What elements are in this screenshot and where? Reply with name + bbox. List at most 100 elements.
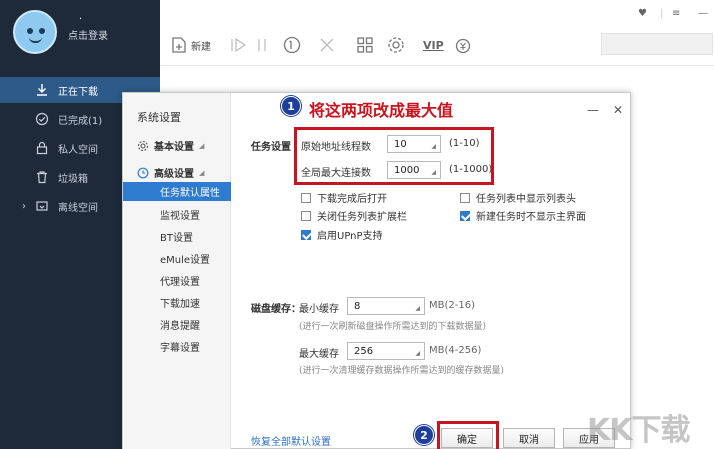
delete-button[interactable] xyxy=(318,34,336,56)
checkbox-checked[interactable] xyxy=(301,229,311,240)
pause-button[interactable] xyxy=(256,34,274,56)
dialog-title: 系统设置 xyxy=(137,111,181,124)
step-badge-1: 1 xyxy=(281,96,301,116)
option-enable-upnp[interactable]: 启用UPnP支持 xyxy=(301,227,383,242)
checkbox[interactable] xyxy=(301,192,311,203)
nav-item-proxy[interactable]: 代理设置 xyxy=(123,271,231,290)
sidebar-item-label: 正在下载 xyxy=(58,86,98,98)
max-cache-label: 最大缓存 xyxy=(299,349,339,360)
menu-icon[interactable]: ≡ xyxy=(672,8,680,19)
option-hide-main-on-new[interactable]: 新建任务时不显示主界面 xyxy=(460,208,586,223)
download-icon xyxy=(34,82,50,98)
checkbox[interactable] xyxy=(460,192,470,203)
settings-dialog: 系统设置 基本设置 ◢ 高级设置 ◢ 任务默认属性 监视设置 BT设置 eMul… xyxy=(122,92,631,449)
minimize-icon[interactable]: — xyxy=(698,8,708,19)
start-button[interactable] xyxy=(230,34,248,56)
checkbox-checked[interactable] xyxy=(460,210,470,221)
option-label: 关闭任务列表扩展栏 xyxy=(317,212,407,223)
search-input[interactable] xyxy=(601,33,713,55)
toolbar-divider: | xyxy=(660,8,664,19)
callout-text: 将这两项改成最大值 xyxy=(309,101,454,120)
sidebar-item-label: 离线空间 xyxy=(58,202,98,214)
dialog-close-icon[interactable]: ✕ xyxy=(613,103,623,117)
dialog-minimize-icon[interactable]: — xyxy=(587,103,599,117)
nav-group-advanced[interactable]: 高级设置 ◢ xyxy=(137,165,204,180)
option-open-after-download[interactable]: 下载完成后打开 xyxy=(301,190,387,205)
nav-group-label: 基本设置 xyxy=(154,142,194,153)
sidebar-item-label: 垃圾箱 xyxy=(58,173,88,185)
user-area: · 点击登录 xyxy=(0,0,160,66)
avatar[interactable] xyxy=(13,10,57,54)
spin-arrow-icon[interactable]: ◢ xyxy=(415,305,420,312)
max-cache-range: MB(4-256) xyxy=(429,345,482,356)
option-show-list-header[interactable]: 任务列表中显示列表头 xyxy=(460,190,576,205)
min-cache-hint: (进行一次刷新磁盘操作所需达到的下载数据量) xyxy=(299,322,487,332)
nav-group-basic[interactable]: 基本设置 ◢ xyxy=(137,138,204,153)
highlight-box-task-settings xyxy=(294,127,494,185)
new-task-label: 新建 xyxy=(191,41,211,53)
expand-triangle-icon: ◢ xyxy=(199,141,205,150)
check-circle-icon xyxy=(34,111,50,127)
lock-icon xyxy=(34,140,50,156)
user-name: · xyxy=(79,14,83,25)
gear-icon xyxy=(137,140,149,152)
grid-icon xyxy=(356,36,374,54)
checkbox[interactable] xyxy=(301,210,311,221)
step-badge-2: 2 xyxy=(414,425,434,445)
chevron-right-icon[interactable]: › xyxy=(22,201,26,212)
nav-item-emule[interactable]: eMule设置 xyxy=(123,249,231,268)
avatar-mouth xyxy=(29,37,42,43)
nav-item-acceleration[interactable]: 下载加速 xyxy=(123,293,231,312)
restore-defaults-link[interactable]: 恢复全部默认设置 xyxy=(251,433,331,448)
new-task-button[interactable]: 新建 xyxy=(170,34,211,56)
money-button[interactable] xyxy=(454,34,472,56)
settings-button[interactable] xyxy=(386,34,406,56)
sidebar-item-label: 已完成(1) xyxy=(58,115,103,127)
option-label: 启用UPnP支持 xyxy=(317,231,383,242)
nav-item-monitor[interactable]: 监视设置 xyxy=(123,205,231,224)
trash-icon xyxy=(34,169,50,185)
apps-button[interactable] xyxy=(356,34,374,56)
main-toolbar: 新建 VIP ♥ | ≡ — xyxy=(160,0,714,66)
avatar-eye-right xyxy=(39,28,45,34)
vip-label: VIP xyxy=(423,38,444,52)
login-link[interactable]: 点击登录 xyxy=(68,27,108,42)
spin-arrow-icon[interactable]: ◢ xyxy=(415,350,420,357)
speed-limit-icon xyxy=(282,35,302,55)
nav-item-subtitles[interactable]: 字幕设置 xyxy=(123,337,231,356)
nav-item-notifications[interactable]: 消息提醒 xyxy=(123,315,231,334)
play-icon xyxy=(230,36,248,54)
task-settings-label: 任务设置 xyxy=(251,142,291,153)
skin-icon[interactable]: ♥ xyxy=(638,8,647,19)
app-window: · 点击登录 正在下载 已完成(1) 私人空间 垃圾箱 › 离线空间 新建 VI… xyxy=(0,0,714,449)
speed-limit-button[interactable] xyxy=(282,34,302,56)
option-label: 新建任务时不显示主界面 xyxy=(476,212,586,223)
nav-item-bt[interactable]: BT设置 xyxy=(123,227,231,246)
max-cache-input[interactable]: 256 ◢ xyxy=(347,342,425,360)
pause-icon xyxy=(256,36,274,54)
nav-item-task-defaults[interactable]: 任务默认属性 xyxy=(123,182,231,201)
vip-button[interactable]: VIP xyxy=(423,34,444,56)
close-icon xyxy=(318,36,336,54)
clock-icon xyxy=(137,167,149,179)
option-label: 下载完成后打开 xyxy=(317,194,387,205)
settings-nav: 系统设置 基本设置 ◢ 高级设置 ◢ 任务默认属性 监视设置 BT设置 eMul… xyxy=(123,93,231,449)
cancel-button[interactable]: 取消 xyxy=(503,428,555,448)
option-close-extension-bar[interactable]: 关闭任务列表扩展栏 xyxy=(301,208,407,223)
nav-group-label: 高级设置 xyxy=(154,169,194,180)
min-cache-input[interactable]: 8 ◢ xyxy=(347,297,425,315)
cloud-icon xyxy=(34,198,50,214)
money-bag-icon xyxy=(454,36,472,54)
option-label: 任务列表中显示列表头 xyxy=(476,194,576,205)
max-cache-value: 256 xyxy=(354,345,374,357)
watermark-logo: KK下载 xyxy=(587,413,690,448)
min-cache-value: 8 xyxy=(354,300,361,312)
disk-cache-label: 磁盘缓存： xyxy=(251,304,301,315)
avatar-eye-left xyxy=(27,28,33,34)
sidebar-item-label: 私人空间 xyxy=(58,144,98,156)
min-cache-label: 最小缓存 xyxy=(299,304,339,315)
gear-icon xyxy=(386,35,406,55)
min-cache-range: MB(2-16) xyxy=(429,300,475,311)
max-cache-hint: (进行一次清理缓存数据操作所需达到的缓存数据量) xyxy=(299,366,505,376)
new-file-icon xyxy=(170,36,188,54)
